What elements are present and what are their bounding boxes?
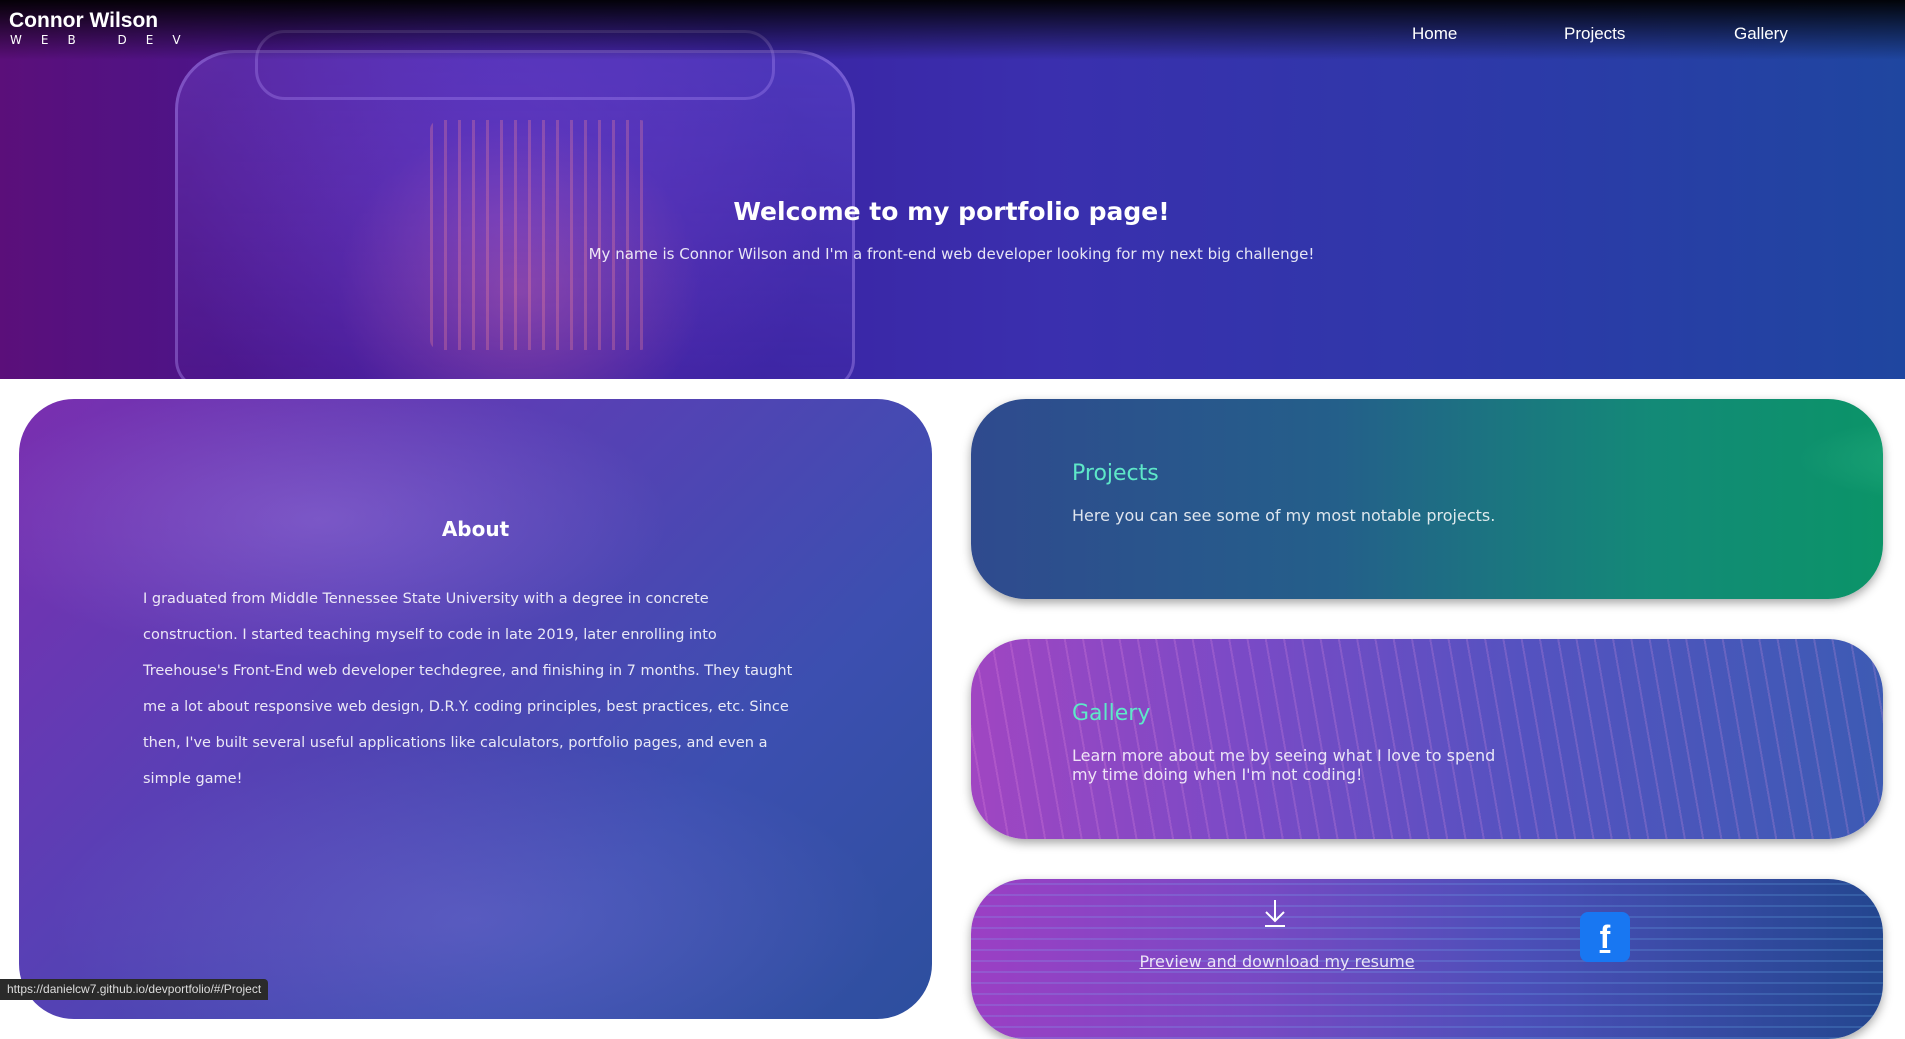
nav-gallery-link[interactable]: Gallery [1734,24,1788,44]
projects-card-description: Here you can see some of my most notable… [1072,506,1496,525]
about-title: About [441,517,510,541]
about-card: About I graduated from Middle Tennessee … [19,399,932,1019]
download-icon[interactable] [1262,898,1288,928]
brand-name[interactable]: Connor Wilson [9,9,158,33]
resume-card [971,879,1883,1039]
nav-projects-link[interactable]: Projects [1564,24,1625,44]
facebook-icon[interactable]: f [1580,912,1630,962]
gallery-card-title: Gallery [1072,701,1151,726]
nav-home-link[interactable]: Home [1412,24,1457,44]
projects-card[interactable]: Projects Here you can see some of my mos… [971,399,1883,599]
status-bar-url: https://danielcw7.github.io/devportfolio… [0,979,269,1000]
about-text: I graduated from Middle Tennessee State … [143,591,793,787]
projects-card-title: Projects [1072,461,1159,486]
hero-subtitle: My name is Connor Wilson and I'm a front… [588,245,1315,263]
resume-download-link[interactable]: Preview and download my resume [1132,952,1422,971]
hero-banner: Connor Wilson WEB DEV Home Projects Gall… [0,0,1905,379]
gallery-card-description: Learn more about me by seeing what I lov… [1072,746,1496,784]
filament-image [430,120,650,350]
hero-title: Welcome to my portfolio page! [733,197,1170,226]
brand-tagline: WEB DEV [10,33,200,47]
gallery-card[interactable]: Gallery Learn more about me by seeing wh… [971,639,1883,839]
